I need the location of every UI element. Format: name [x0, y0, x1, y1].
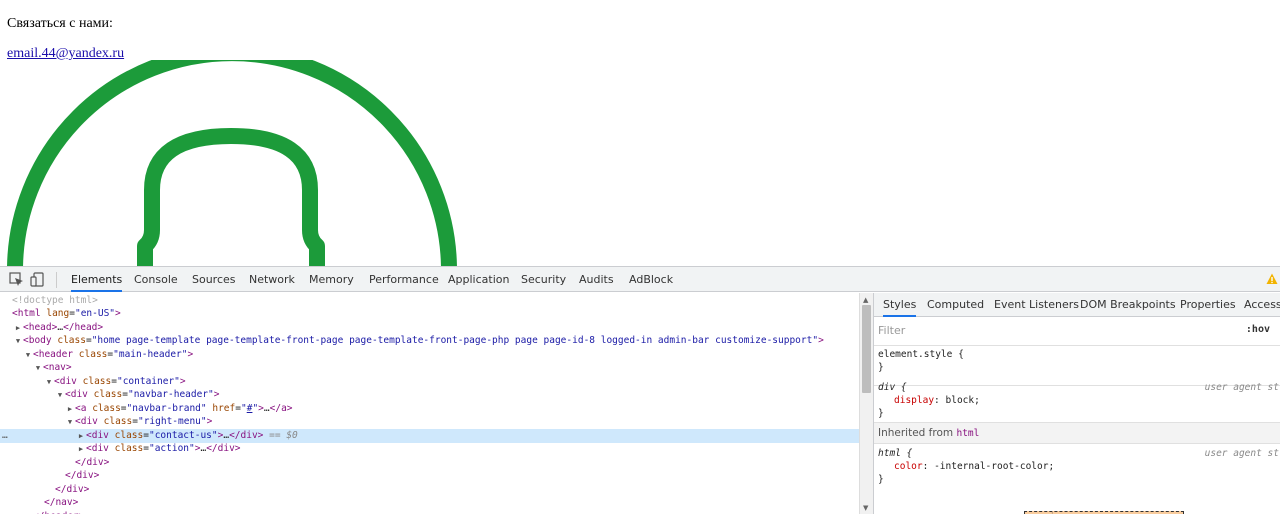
expand-triangle-icon: ▼: [15, 337, 21, 345]
hov-toggle[interactable]: :hov: [1246, 324, 1270, 335]
element-style-selector[interactable]: element.style {: [878, 349, 964, 360]
css-property-name: display: [894, 395, 935, 406]
dom-node[interactable]: ▶ <head>…</head>: [0, 321, 859, 335]
styles-tabbar: Styles Computed Event Listeners DOM Brea…: [874, 293, 1280, 317]
scroll-up-icon[interactable]: ▲: [863, 296, 868, 304]
dom-node[interactable]: ▼ <header class="main-header">: [0, 348, 859, 362]
tab-performance[interactable]: Performance: [369, 267, 439, 292]
tab-memory[interactable]: Memory: [309, 267, 354, 292]
user-agent-source-label: user agent st: [1204, 448, 1279, 459]
dom-node[interactable]: </header>: [0, 510, 859, 514]
dom-node[interactable]: ▼ <div class="container">: [0, 375, 859, 389]
scrollbar-thumb[interactable]: [862, 305, 871, 393]
tab-audits[interactable]: Audits: [579, 267, 614, 292]
rule-close-brace: }: [878, 474, 884, 485]
page-viewport: Связаться с нами: email.44@yandex.ru: [0, 0, 1280, 266]
collapse-triangle-icon: ▶: [78, 445, 84, 453]
elements-dom-tree[interactable]: <!doctype html> <html lang="en-US"> ▶ <he…: [0, 293, 859, 514]
rule-close-brace: }: [878, 362, 884, 373]
dom-node[interactable]: ▼ <div class="navbar-header">: [0, 388, 859, 402]
rule-close-brace: }: [878, 408, 884, 419]
dom-node[interactable]: ▼ <div class="right-menu">: [0, 415, 859, 429]
expand-triangle-icon: ▼: [57, 391, 63, 399]
warning-icon[interactable]: [1266, 273, 1278, 285]
div-user-agent-rule: div { user agent st display: block; }: [874, 377, 1280, 423]
inherited-from-label: Inherited from: [878, 427, 954, 439]
css-property-value: -internal-root-color;: [934, 461, 1055, 472]
contact-heading: Связаться с нами:: [7, 16, 113, 31]
devtools-tabbar: Elements Console Sources Network Memory …: [0, 267, 1280, 292]
dom-node[interactable]: <!doctype html>: [0, 294, 859, 308]
html-user-agent-rule: html { user agent st color: -internal-ro…: [878, 448, 1279, 485]
tab-security[interactable]: Security: [521, 267, 566, 292]
tab-elements[interactable]: Elements: [71, 267, 123, 292]
tab-dom-breakpoints[interactable]: DOM Breakpoints: [1080, 293, 1176, 317]
dom-node[interactable]: ▶ <a class="navbar-brand" href="#">…</a>: [0, 402, 859, 416]
dom-node[interactable]: ▼ <nav>: [0, 361, 859, 375]
dom-node[interactable]: ▶ <div class="action">…</div>: [0, 442, 859, 456]
dom-scrollbar[interactable]: ▲ ▼: [859, 293, 873, 514]
tab-computed[interactable]: Computed: [927, 293, 984, 317]
tab-sources[interactable]: Sources: [192, 267, 236, 292]
div-selector: div {: [878, 382, 907, 393]
node-actions-icon[interactable]: …: [2, 429, 8, 443]
tab-adblock[interactable]: AdBlock: [629, 267, 673, 292]
tab-console[interactable]: Console: [134, 267, 178, 292]
dom-node[interactable]: ▼ <body class="home page-template page-te…: [0, 334, 859, 348]
scroll-down-icon[interactable]: ▼: [863, 504, 868, 512]
tab-accessibility[interactable]: Accessib: [1244, 293, 1280, 317]
tab-application[interactable]: Application: [448, 267, 509, 292]
dom-node[interactable]: </div>: [0, 469, 859, 483]
inspect-element-icon[interactable]: [9, 272, 24, 287]
tab-properties[interactable]: Properties: [1180, 293, 1236, 317]
css-property-value: block;: [945, 395, 980, 406]
expand-triangle-icon: ▼: [67, 418, 73, 426]
dom-node[interactable]: </nav>: [0, 496, 859, 510]
dom-node-selected[interactable]: ▶ <div class="contact-us">…</div> == $0…: [0, 429, 859, 443]
styles-pane: Styles Computed Event Listeners DOM Brea…: [873, 293, 1280, 514]
tab-event-listeners[interactable]: Event Listeners: [994, 293, 1079, 317]
tab-network[interactable]: Network: [249, 267, 295, 292]
styles-filter-input[interactable]: [878, 321, 1238, 339]
expand-triangle-icon: ▼: [35, 364, 41, 372]
user-agent-source-label: user agent st: [1204, 382, 1279, 393]
dom-node[interactable]: </div>: [0, 483, 859, 497]
inherited-from-header: Inherited from html: [874, 423, 1280, 444]
dom-node[interactable]: </div>: [0, 456, 859, 470]
tab-styles[interactable]: Styles: [883, 293, 917, 317]
css-property-name: color: [894, 461, 923, 472]
devtools-panel: Elements Console Sources Network Memory …: [0, 266, 1280, 514]
inherited-from-tag-link[interactable]: html: [956, 428, 979, 439]
tabbar-divider: [56, 272, 57, 288]
lock-logo-icon: [7, 60, 457, 266]
html-selector: html {: [878, 448, 913, 459]
dom-node[interactable]: <html lang="en-US">: [0, 307, 859, 321]
device-toolbar-icon[interactable]: [30, 272, 45, 287]
